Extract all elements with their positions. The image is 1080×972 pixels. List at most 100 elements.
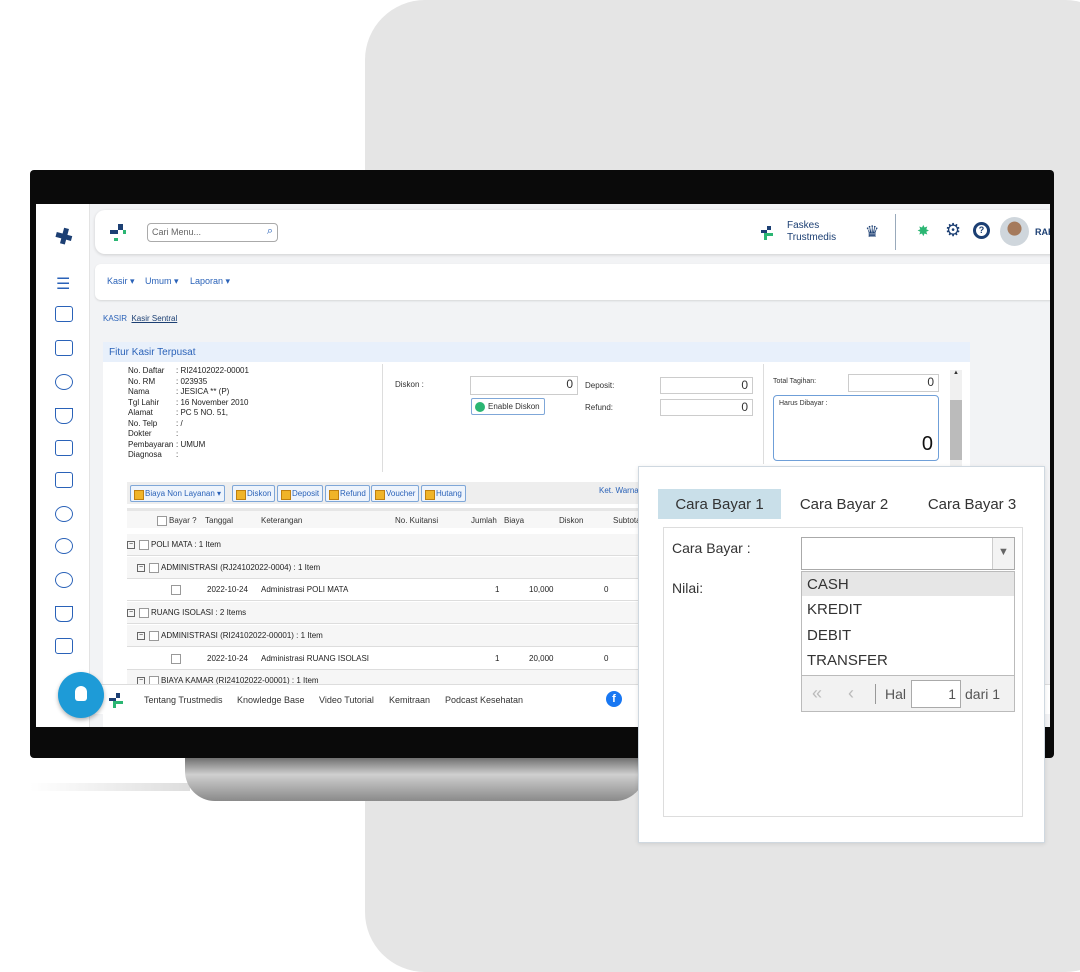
search-icon[interactable]: ⌕ (267, 225, 273, 238)
help-icon[interactable]: ? (973, 222, 990, 239)
faskes-line1: Faskes (787, 220, 820, 231)
cara-bayar-dialog: Cara Bayar 1 Cara Bayar 2 Cara Bayar 3 C… (638, 466, 1045, 843)
avatar[interactable] (1000, 217, 1029, 246)
footer-link-kemitraan[interactable]: Kemitraan (389, 695, 430, 705)
prev-page-icon[interactable]: ‹ (848, 683, 854, 704)
refund-input[interactable]: 0 (660, 399, 753, 416)
diskon-label: Diskon : (395, 380, 424, 389)
footer-link-tentang[interactable]: Tentang Trustmedis (144, 695, 223, 705)
ket-warna-link[interactable]: Ket. Warna (599, 486, 639, 495)
chevron-down-icon[interactable]: ▼ (992, 538, 1014, 569)
option-kredit[interactable]: KREDIT (802, 597, 1014, 621)
tab-label: Cara Bayar 3 (927, 496, 1017, 513)
menu-icon[interactable]: ☰ (56, 274, 70, 294)
field-value: : JESICA ** (P) (176, 387, 230, 396)
nav-label: Umum (145, 276, 172, 286)
tab-cara-bayar-3[interactable]: Cara Bayar 3 (917, 489, 1027, 519)
toolbar-button-diskon[interactable]: Diskon (232, 485, 276, 502)
toolbar-button-voucher[interactable]: Voucher (371, 485, 420, 502)
tab-cara-bayar-2[interactable]: Cara Bayar 2 (789, 489, 899, 519)
group-checkbox[interactable] (149, 562, 159, 573)
field-value: : / (176, 418, 183, 428)
patient-field: No. RM: 023935 (128, 377, 207, 388)
clock-icon[interactable] (55, 572, 73, 588)
field-label: Dokter (128, 429, 152, 438)
stethoscope-icon[interactable] (55, 506, 73, 522)
footer-link-video-tutorial[interactable]: Video Tutorial (319, 695, 374, 705)
page-input[interactable]: 1 (911, 680, 961, 708)
scrollbar-thumb[interactable] (950, 400, 962, 460)
faskes-logo-icon (761, 226, 773, 240)
puzzle-icon[interactable]: ✸ (917, 222, 930, 240)
nav-label: Kasir (107, 276, 128, 286)
logo-icon (55, 227, 73, 245)
gear-icon[interactable]: ⚙ (945, 220, 961, 241)
toolbar-button-deposit[interactable]: Deposit (277, 485, 324, 502)
button-label: Deposit (292, 489, 320, 498)
option-cash[interactable]: CASH (802, 572, 1014, 596)
option-debit[interactable]: DEBIT (802, 623, 1014, 647)
group-checkbox[interactable] (139, 608, 149, 619)
monitor-icon[interactable] (55, 638, 73, 654)
nav-umum[interactable]: Umum ▾ (145, 276, 179, 287)
toolbar-button-hutang[interactable]: Hutang (421, 485, 466, 502)
button-label: Refund (340, 489, 366, 498)
toolbar-button-biaya-non-layanan[interactable]: Biaya Non Layanan ▾ (130, 485, 226, 502)
cara-bayar-select[interactable]: ▼ (801, 537, 1015, 570)
collapse-icon[interactable]: − (127, 609, 135, 618)
facebook-icon[interactable]: f (606, 691, 622, 707)
doctor-icon[interactable] (55, 472, 73, 488)
search-input[interactable]: Cari Menu... ⌕ (147, 223, 278, 242)
patient-field: Nama: JESICA ** (P) (128, 387, 229, 398)
header-label: Keterangan (261, 516, 303, 525)
plus-circle-icon (475, 402, 485, 412)
presentation-icon[interactable] (55, 306, 73, 322)
breadcrumb-current[interactable]: Kasir Sentral (131, 314, 177, 323)
footer-link-podcast[interactable]: Podcast Kesehatan (445, 695, 523, 705)
option-transfer[interactable]: TRANSFER (802, 648, 1014, 672)
cell-diskon: 0 (604, 653, 609, 663)
field-label: No. RM (128, 376, 156, 386)
id-card-icon[interactable] (55, 340, 73, 356)
user-name[interactable]: RAH (1035, 227, 1050, 237)
button-label: Enable Diskon (488, 402, 540, 411)
nav-kasir[interactable]: Kasir ▾ (107, 276, 135, 287)
flask-icon[interactable] (55, 606, 73, 622)
column-header[interactable]: Bayar ? (157, 516, 197, 526)
collapse-icon[interactable]: − (137, 631, 145, 640)
group-label: POLI MATA : 1 Item (151, 540, 221, 550)
toolbar-button-refund[interactable]: Refund (325, 485, 370, 502)
enable-diskon-button[interactable]: Enable Diskon (471, 398, 545, 415)
first-page-icon[interactable]: « (812, 683, 822, 704)
select-all-checkbox[interactable] (157, 516, 167, 526)
globe-icon[interactable] (55, 538, 73, 554)
cup-icon[interactable] (55, 408, 73, 424)
nav-laporan[interactable]: Laporan ▾ (190, 276, 230, 287)
patient-field: Diagnosa: (128, 450, 178, 461)
patient-field: Dokter: (128, 429, 178, 440)
column-header: No. Kuitansi (395, 516, 438, 525)
column-header: Biaya (504, 516, 524, 525)
total-tagihan-input: 0 (848, 374, 939, 392)
footer-link-knowledge-base[interactable]: Knowledge Base (237, 695, 305, 705)
row-checkbox[interactable] (171, 585, 181, 596)
collapse-icon[interactable]: − (137, 563, 145, 572)
lightbulb-button[interactable] (58, 672, 104, 718)
xray-icon[interactable] (55, 440, 73, 456)
scrollbar[interactable]: ▲ (950, 370, 962, 470)
field-value: : (176, 450, 179, 459)
lightbulb-icon (75, 686, 87, 701)
deposit-input[interactable]: 0 (660, 377, 753, 394)
user-icon[interactable] (55, 374, 73, 390)
breadcrumb-root[interactable]: KASIR (103, 314, 127, 323)
crown-icon[interactable]: ♛ (865, 222, 879, 242)
row-checkbox[interactable] (171, 653, 181, 664)
harus-dibayar-box: Harus Dibayar : 0 (773, 395, 939, 461)
tab-cara-bayar-1[interactable]: Cara Bayar 1 (658, 489, 781, 519)
divider (763, 364, 764, 464)
diskon-input[interactable]: 0 (470, 376, 578, 395)
total-tagihan-label: Total Tagihan: (773, 378, 817, 385)
group-checkbox[interactable] (149, 630, 159, 641)
group-checkbox[interactable] (139, 540, 149, 550)
collapse-icon[interactable]: − (127, 541, 135, 549)
